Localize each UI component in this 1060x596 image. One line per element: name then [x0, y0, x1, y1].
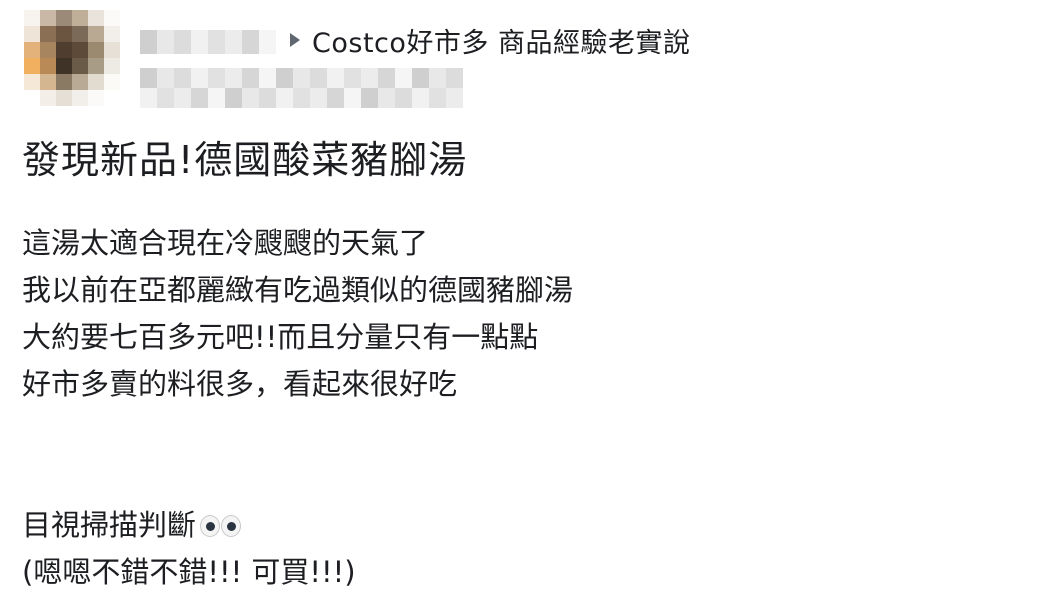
group-name[interactable]: Costco好市多 商品經驗老實說 — [312, 21, 690, 60]
eye-left-icon — [200, 514, 221, 537]
post-body: 這湯太適合現在冷颼颼的天氣了 我以前在亞都麗緻有吃過類似的德國豬腳湯 大約要七百… — [22, 220, 573, 596]
post-line-text: 目視掃描判斷 — [22, 508, 197, 542]
post-line-blank — [22, 408, 573, 502]
post-line: 我以前在亞都麗緻有吃過類似的德國豬腳湯 — [22, 273, 574, 307]
group-link[interactable]: Costco好市多 商品經驗老實說 — [290, 20, 690, 60]
post-line-eyes: 目視掃描判斷 — [22, 502, 573, 549]
post-title: 發現新品!德國酸菜豬腳湯 — [22, 138, 468, 182]
eyes-emoji-icon — [200, 514, 242, 537]
post-line: (嗯嗯不錯不錯!!! 可買!!!) — [22, 555, 356, 589]
post-line: 大約要七百多元吧!!而且分量只有一點點 — [22, 320, 539, 354]
post-meta-blurred — [140, 68, 463, 108]
eye-right-icon — [221, 514, 242, 537]
avatar[interactable] — [24, 10, 120, 106]
post-line: 這湯太適合現在冷颼颼的天氣了 — [22, 226, 429, 260]
author-name-blurred[interactable] — [140, 30, 276, 54]
post-line: 好市多賣的料很多，看起來很好吃 — [22, 367, 458, 401]
caret-right-icon — [290, 33, 300, 47]
